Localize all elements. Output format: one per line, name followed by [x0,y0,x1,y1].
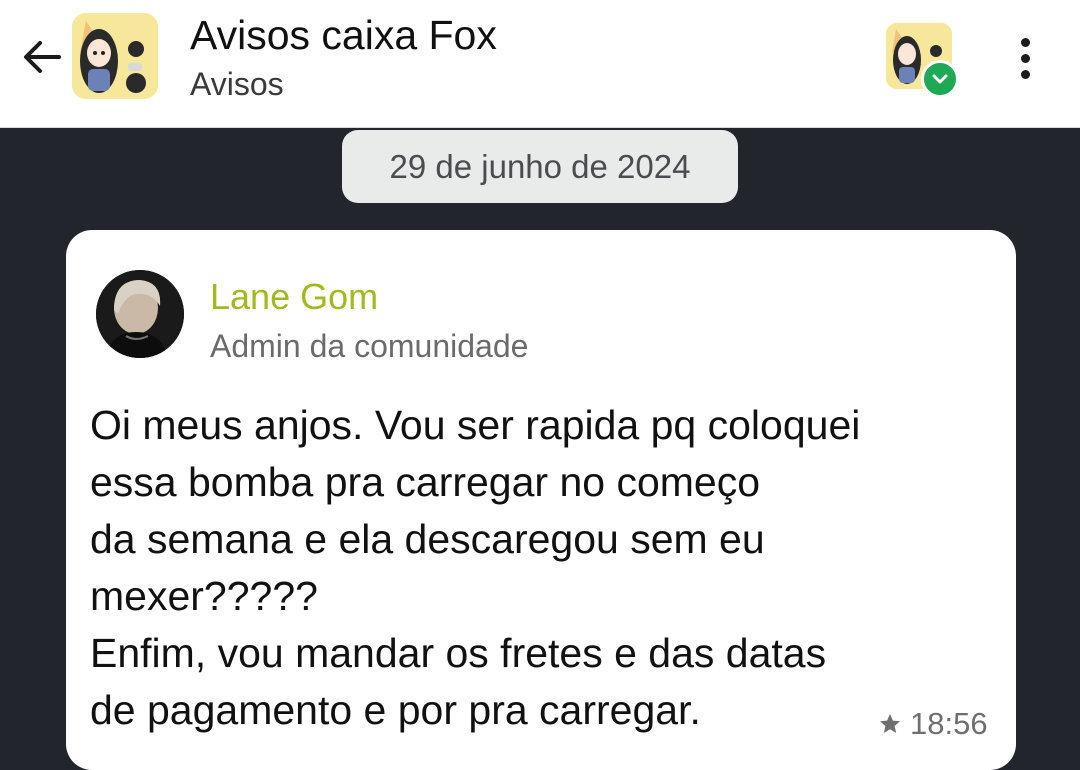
sender-avatar[interactable] [96,270,184,358]
back-button[interactable] [18,33,66,81]
message-text-line: Oi meus anjos. Vou ser rapida pq coloque… [90,402,861,448]
chat-subtitle: Avisos [190,66,284,102]
sender-role: Admin da comunidade [210,328,529,364]
date-separator: 29 de junho de 2024 [342,130,738,203]
message-time: 18:56 [910,706,988,741]
chat-header: Avisos caixa Fox Avisos [0,0,1080,128]
message-text-line: da semana e ela descaregou sem eu [90,516,765,562]
message-meta: 18:56 [878,706,988,742]
sender-name[interactable]: Lane Gom [210,276,378,318]
chat-title[interactable]: Avisos caixa Fox [190,12,497,59]
message-text-line: Enfim, vou mandar os fretes e das datas [90,630,827,676]
message-text-line: essa bomba pra carregar no começo [90,459,761,505]
more-options-button[interactable] [1000,30,1050,86]
group-avatar[interactable] [72,13,158,99]
message-text-line: de pagamento e por pra carregar. [90,687,701,733]
group-avatar-illustration [72,13,158,99]
check-badge-icon [921,60,959,98]
arrow-left-icon [24,41,61,73]
star-icon [880,714,900,733]
more-vertical-icon [1020,37,1030,47]
message-text-line: mexer????? [90,573,318,619]
sender-avatar-photo [96,270,184,358]
